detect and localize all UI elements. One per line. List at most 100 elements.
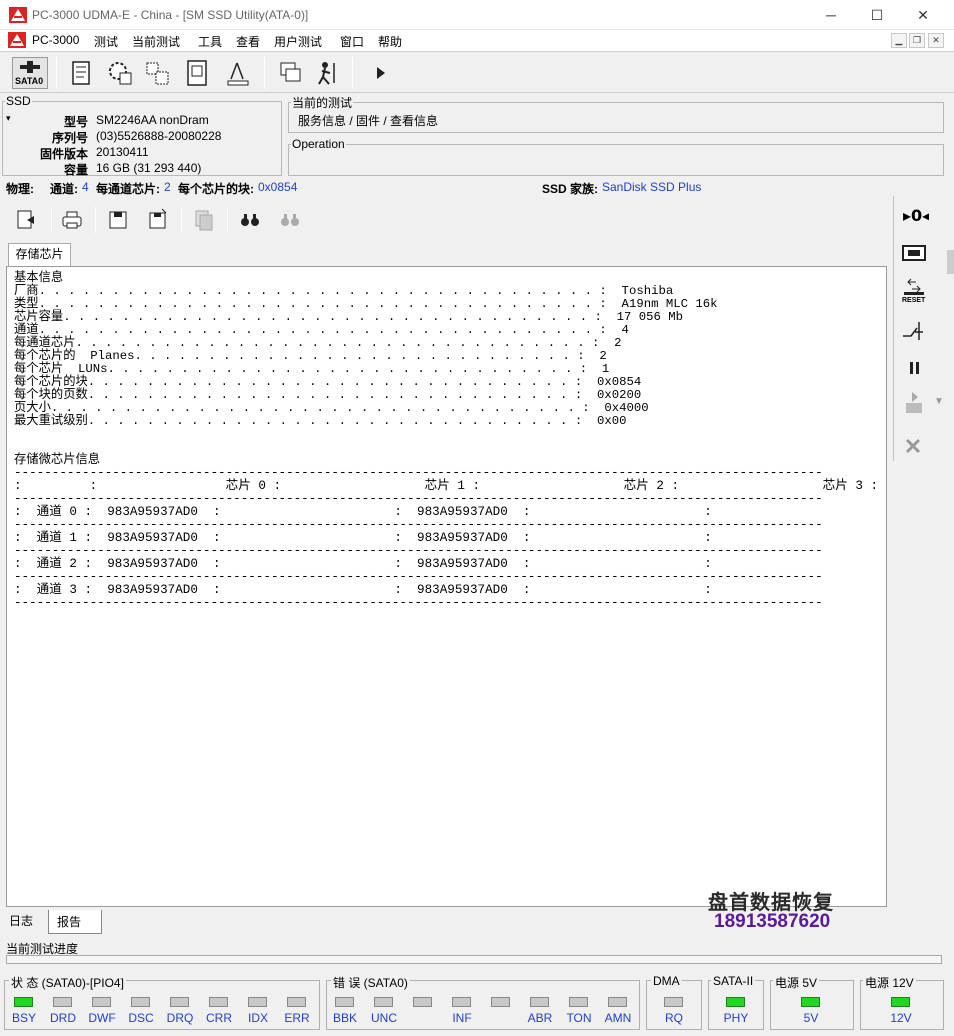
led-label-error-7: AMN bbox=[604, 1011, 632, 1025]
led-label-state-5: CRR bbox=[206, 1011, 232, 1025]
led-error-7 bbox=[608, 997, 627, 1007]
led-label-dma-0: RQ bbox=[665, 1011, 683, 1025]
led-label-state-6: IDX bbox=[247, 1011, 268, 1025]
current-test-value: 服务信息 / 固件 / 查看信息 bbox=[298, 114, 439, 128]
find-next-icon[interactable] bbox=[277, 207, 303, 233]
report-toolbar bbox=[5, 201, 888, 239]
menu-window[interactable]: 窗口 bbox=[340, 33, 364, 50]
app-logo-icon bbox=[9, 7, 27, 23]
power-io-icon[interactable]: ▸0◂ bbox=[899, 202, 929, 228]
current-test-legend: 当前的测试 bbox=[292, 96, 353, 110]
export-icon[interactable] bbox=[13, 207, 39, 233]
led-error-1 bbox=[374, 997, 393, 1007]
dma-group: DMA RQ bbox=[646, 974, 702, 1030]
menu-current-test[interactable]: 当前测试 bbox=[132, 33, 180, 50]
mdi-restore-button[interactable]: ❐ bbox=[909, 33, 925, 48]
sidebar-expand-icon[interactable]: ▼ bbox=[934, 396, 944, 407]
minimize-button[interactable]: ─ bbox=[808, 0, 854, 30]
led-label-state-3: DSC bbox=[128, 1011, 154, 1025]
watermark-phone: 18913587620 bbox=[714, 911, 831, 932]
led-state-0 bbox=[14, 997, 33, 1007]
led-state-1 bbox=[53, 997, 72, 1007]
ssd-family-value: SanDisk SSD Plus bbox=[602, 180, 702, 194]
pause-icon[interactable] bbox=[899, 356, 929, 382]
phys-label: 物理: bbox=[6, 182, 34, 196]
tools-icon[interactable] bbox=[899, 432, 929, 458]
model-label: 型号 bbox=[63, 115, 88, 129]
status-bar: 状 态 (SATA0)-[PIO4] BSY DRD DWF DSC DRQ CRR IDX… bbox=[0, 974, 954, 1036]
basic-info-text: 基本信息 厂商. . . . . . . . . . . . . . . . .… bbox=[14, 271, 718, 428]
gear-chip-icon[interactable] bbox=[104, 57, 134, 89]
led-dma-0 bbox=[664, 997, 683, 1007]
title-bar: PC-3000 UDMA-E - China - [SM SSD Utility… bbox=[0, 0, 954, 30]
led-error-3 bbox=[452, 997, 471, 1007]
menu-help[interactable]: 帮助 bbox=[378, 33, 402, 50]
reset-button[interactable]: RESET bbox=[899, 276, 929, 308]
model-value: SM2246AA nonDram bbox=[96, 113, 209, 127]
firmware-label: 固件版本 bbox=[39, 147, 88, 161]
find-icon[interactable] bbox=[237, 207, 263, 233]
led-label-sata2-0: PHY bbox=[723, 1011, 749, 1025]
led-label-state-0: BSY bbox=[11, 1011, 36, 1025]
main-toolbar: SATA0 bbox=[0, 51, 954, 93]
led-label-error-0: BBK bbox=[332, 1011, 357, 1025]
power5-group: 电源 5V 5V bbox=[770, 974, 854, 1030]
switch-icon[interactable] bbox=[899, 318, 929, 344]
physical-info-bar: 物理: 通道: 4 每通道芯片: 2 每个芯片的块: 0x0854 SSD 家族… bbox=[0, 180, 954, 196]
led-state-2 bbox=[92, 997, 111, 1007]
ssd-legend: SSD bbox=[6, 94, 31, 108]
led-p5-0 bbox=[801, 997, 820, 1007]
app-menu-icon[interactable] bbox=[8, 32, 26, 48]
right-edge-scroll[interactable] bbox=[947, 250, 954, 274]
right-tool-sidebar: ▸0◂ RESET bbox=[893, 196, 933, 461]
printer-icon[interactable] bbox=[59, 207, 85, 233]
copy-icon[interactable] bbox=[191, 207, 217, 233]
windows-icon[interactable] bbox=[276, 57, 306, 89]
mdi-minimize-button[interactable]: ▁ bbox=[891, 33, 907, 48]
tab-log[interactable]: 日志 bbox=[4, 910, 48, 932]
led-error-2 bbox=[413, 997, 432, 1007]
menu-user-test[interactable]: 用户测试 bbox=[274, 33, 322, 50]
close-button[interactable]: ✕ bbox=[900, 0, 946, 30]
save-as-icon[interactable] bbox=[145, 207, 171, 233]
led-label-state-2: DWF bbox=[88, 1011, 116, 1025]
serial-value: (03)5526888-20080228 bbox=[96, 129, 222, 143]
progress-bar bbox=[6, 955, 942, 964]
memory-icon[interactable] bbox=[182, 57, 212, 89]
chips-icon[interactable] bbox=[142, 57, 172, 89]
capacity-label: 容量 bbox=[63, 163, 88, 177]
led-error-4 bbox=[491, 997, 510, 1007]
ruler-icon[interactable] bbox=[222, 57, 252, 89]
play-icon[interactable] bbox=[366, 57, 396, 89]
led-label-p5-0: 5V bbox=[803, 1011, 819, 1025]
tab-memory-chips[interactable]: 存储芯片 bbox=[8, 243, 71, 267]
step-chip-icon[interactable] bbox=[899, 390, 929, 416]
ssd-family-label: SSD 家族: bbox=[542, 182, 599, 196]
connector-icon bbox=[20, 61, 40, 73]
chip-board-icon[interactable] bbox=[899, 240, 929, 266]
mdi-close-button[interactable]: ✕ bbox=[928, 33, 944, 48]
operation-group: Operation bbox=[288, 137, 944, 176]
menu-test[interactable]: 测试 bbox=[94, 33, 118, 50]
blocks-per-chip-value: 0x0854 bbox=[258, 180, 298, 194]
run-man-icon[interactable] bbox=[312, 57, 342, 89]
scroll-icon[interactable] bbox=[66, 57, 96, 89]
menu-tools[interactable]: 工具 bbox=[198, 33, 222, 50]
capacity-value: 16 GB (31 293 440) bbox=[96, 161, 202, 175]
led-sata2-0 bbox=[726, 997, 745, 1007]
led-label-error-3: INF bbox=[452, 1011, 472, 1025]
blocks-per-chip-label: 每个芯片的块: bbox=[178, 182, 254, 196]
maximize-button[interactable]: ☐ bbox=[854, 0, 900, 30]
tab-report[interactable]: 报告 bbox=[48, 910, 102, 934]
chips-per-channel-value: 2 bbox=[164, 180, 171, 194]
led-label-error-6: TON bbox=[566, 1011, 592, 1025]
led-state-6 bbox=[248, 997, 267, 1007]
save-icon[interactable] bbox=[105, 207, 131, 233]
sata-port-button[interactable]: SATA0 bbox=[12, 57, 48, 89]
led-label-state-4: DRQ bbox=[166, 1011, 194, 1025]
menu-view[interactable]: 查看 bbox=[236, 33, 260, 50]
menu-pc3000[interactable]: PC-3000 bbox=[32, 33, 79, 47]
led-error-0 bbox=[335, 997, 354, 1007]
window-title: PC-3000 UDMA-E - China - [SM SSD Utility… bbox=[32, 8, 309, 22]
led-error-6 bbox=[569, 997, 588, 1007]
